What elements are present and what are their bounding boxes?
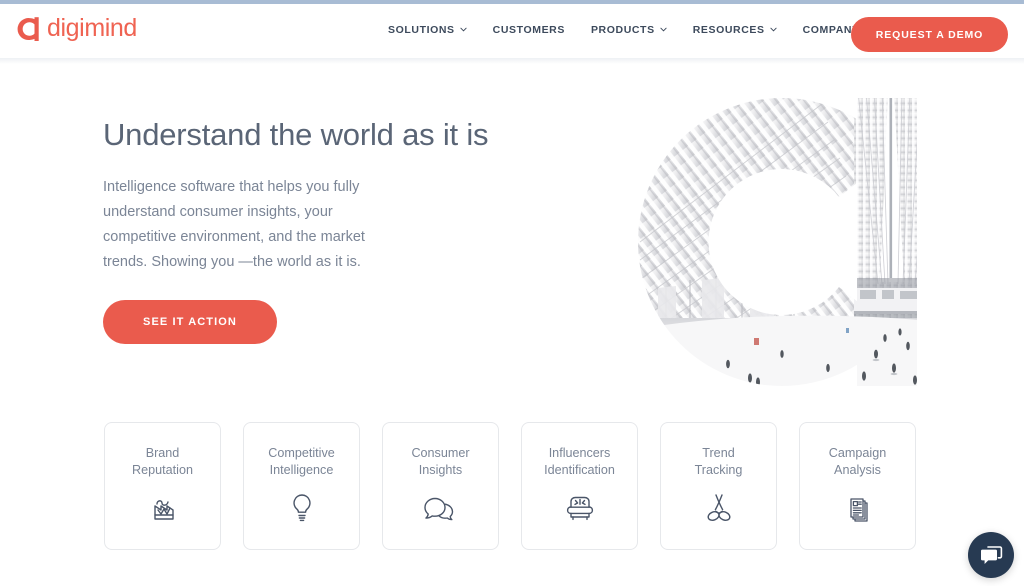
feature-card-label: Competitive Intelligence: [268, 446, 335, 477]
chevron-down-icon: [660, 26, 667, 33]
factory-chart-icon: [145, 491, 181, 525]
feature-card-consumer-insights[interactable]: Consumer Insights: [382, 422, 499, 550]
feature-card-label: Trend Tracking: [694, 446, 743, 477]
nav-item-label: SOLUTIONS: [388, 24, 455, 36]
chevron-down-icon: [770, 26, 777, 33]
armchair-icon: [562, 491, 598, 525]
nav-item-label: CUSTOMERS: [492, 24, 565, 36]
nav-item-customers[interactable]: CUSTOMERS: [493, 24, 565, 36]
hero-section: Understand the world as it is Intelligen…: [103, 117, 489, 345]
digimind-d-hook-icon: [14, 14, 44, 44]
hero-subtitle: Intelligence software that helps you ful…: [103, 178, 365, 270]
chevron-down-icon: [460, 26, 467, 33]
nav-item-label: PRODUCTS: [590, 24, 655, 36]
feature-card-label: Campaign Analysis: [828, 446, 887, 477]
stacked-documents-icon: [840, 491, 876, 525]
feature-card-label: Consumer Insights: [411, 446, 470, 477]
see-it-action-button[interactable]: SEE IT ACTION: [103, 300, 277, 345]
feature-card-campaign-analysis[interactable]: Campaign Analysis: [799, 422, 916, 550]
feature-card-brand-reputation[interactable]: Brand Reputation: [104, 422, 221, 550]
feature-card-trend-tracking[interactable]: Trend Tracking: [660, 422, 777, 550]
landing-page: digimind SOLUTIONS CUSTOMERS PRODUCTS RE…: [0, 0, 1024, 586]
chat-widget-button[interactable]: [968, 532, 1014, 578]
nav-item-label: RESOURCES: [692, 24, 765, 36]
brand-logo-text: digimind: [47, 13, 137, 42]
nav-item-products[interactable]: PRODUCTS: [591, 24, 667, 36]
brand-logo[interactable]: digimind: [14, 14, 137, 44]
feature-card-competitive-intelligence[interactable]: Competitive Intelligence: [243, 422, 360, 550]
request-demo-button[interactable]: REQUEST A DEMO: [851, 17, 1008, 52]
feature-card-row: Brand Reputation Competitive Intelligenc…: [104, 422, 920, 550]
chat-bubbles-icon: [979, 544, 1003, 566]
crossed-rackets-icon: [701, 491, 737, 525]
site-header: digimind SOLUTIONS CUSTOMERS PRODUCTS RE…: [0, 4, 1024, 58]
nav-item-solutions[interactable]: SOLUTIONS: [388, 24, 467, 36]
nav-item-resources[interactable]: RESOURCES: [693, 24, 777, 36]
header-shadow: [0, 58, 1024, 64]
speech-bubbles-icon: [423, 491, 459, 525]
hero-image: [632, 92, 944, 392]
feature-card-label: Influencers Identification: [544, 446, 615, 477]
hero-title: Understand the world as it is: [103, 117, 489, 152]
feature-card-influencers-identification[interactable]: Influencers Identification: [521, 422, 638, 550]
main-navigation: SOLUTIONS CUSTOMERS PRODUCTS RESOURCES C…: [388, 24, 872, 36]
feature-card-label: Brand Reputation: [132, 446, 193, 477]
lightbulb-icon: [284, 491, 320, 525]
